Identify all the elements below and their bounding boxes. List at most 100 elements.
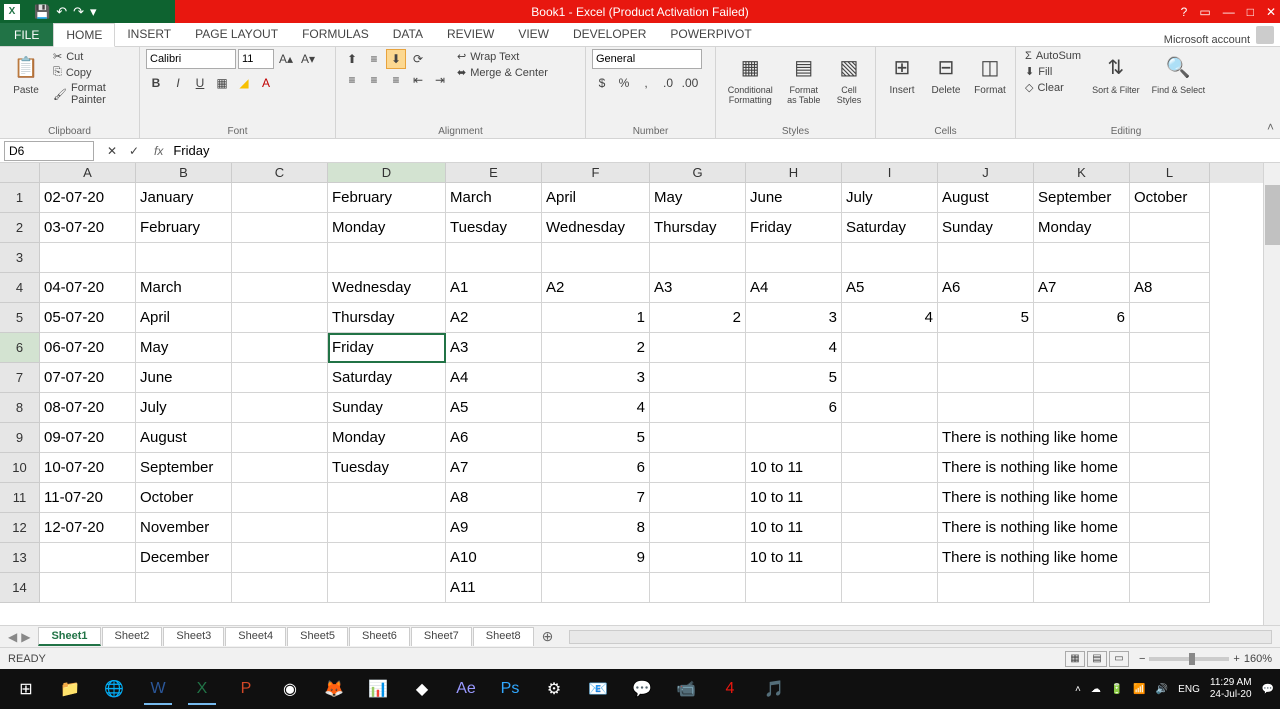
sheet-next-icon[interactable]: ▶: [21, 630, 30, 644]
tab-home[interactable]: HOME: [53, 23, 115, 47]
cell-C4[interactable]: [232, 273, 328, 303]
cell-I8[interactable]: [842, 393, 938, 423]
fill-color-button[interactable]: ◢: [234, 73, 254, 93]
cell-A8[interactable]: 08-07-20: [40, 393, 136, 423]
cell-G1[interactable]: May: [650, 183, 746, 213]
format-cells-button[interactable]: ◫Format: [970, 49, 1010, 98]
cell-H5[interactable]: 3: [746, 303, 842, 333]
currency-icon[interactable]: $: [592, 73, 612, 93]
zoom-slider[interactable]: [1149, 657, 1229, 661]
cell-B8[interactable]: July: [136, 393, 232, 423]
cell-K2[interactable]: Monday: [1034, 213, 1130, 243]
row-header-11[interactable]: 11: [0, 483, 40, 513]
cell-J1[interactable]: August: [938, 183, 1034, 213]
cancel-formula-icon[interactable]: ✕: [102, 141, 122, 161]
cell-D13[interactable]: [328, 543, 446, 573]
cell-C13[interactable]: [232, 543, 328, 573]
cell-D2[interactable]: Monday: [328, 213, 446, 243]
file-explorer-icon[interactable]: 📁: [50, 673, 90, 705]
cell-H1[interactable]: June: [746, 183, 842, 213]
cell-G8[interactable]: [650, 393, 746, 423]
tray-battery-icon[interactable]: 🔋: [1111, 684, 1123, 695]
cell-B4[interactable]: March: [136, 273, 232, 303]
cell-A3[interactable]: [40, 243, 136, 273]
tab-file[interactable]: FILE: [0, 23, 53, 46]
close-icon[interactable]: ✕: [1266, 5, 1276, 19]
row-header-12[interactable]: 12: [0, 513, 40, 543]
cell-K7[interactable]: [1034, 363, 1130, 393]
cell-I3[interactable]: [842, 243, 938, 273]
cell-I1[interactable]: July: [842, 183, 938, 213]
cell-L12[interactable]: [1130, 513, 1210, 543]
font-name-select[interactable]: [146, 49, 236, 69]
decrease-indent-icon[interactable]: ⇤: [408, 70, 428, 90]
sheet-tab-sheet7[interactable]: Sheet7: [411, 627, 472, 646]
cell-E4[interactable]: A1: [446, 273, 542, 303]
cell-F10[interactable]: 6: [542, 453, 650, 483]
cell-L3[interactable]: [1130, 243, 1210, 273]
cell-K11[interactable]: [1034, 483, 1130, 513]
chrome-icon[interactable]: 🌐: [94, 673, 134, 705]
cell-H2[interactable]: Friday: [746, 213, 842, 243]
cell-C12[interactable]: [232, 513, 328, 543]
cell-L1[interactable]: October: [1130, 183, 1210, 213]
row-header-2[interactable]: 2: [0, 213, 40, 243]
sheet-tab-sheet8[interactable]: Sheet8: [473, 627, 534, 646]
increase-font-icon[interactable]: A▴: [276, 49, 296, 69]
cell-E14[interactable]: A11: [446, 573, 542, 603]
cell-A4[interactable]: 04-07-20: [40, 273, 136, 303]
zoom-in-icon[interactable]: +: [1233, 653, 1239, 665]
cell-C2[interactable]: [232, 213, 328, 243]
cell-K8[interactable]: [1034, 393, 1130, 423]
col-header-A[interactable]: A: [40, 163, 136, 183]
cell-D11[interactable]: [328, 483, 446, 513]
save-icon[interactable]: 💾: [34, 4, 50, 20]
cell-D12[interactable]: [328, 513, 446, 543]
row-header-5[interactable]: 5: [0, 303, 40, 333]
row-header-14[interactable]: 14: [0, 573, 40, 603]
cell-A12[interactable]: 12-07-20: [40, 513, 136, 543]
insert-cells-button[interactable]: ⊞Insert: [882, 49, 922, 98]
tab-developer[interactable]: DEVELOPER: [561, 23, 658, 46]
merge-center-button[interactable]: ⬌Merge & Center: [454, 65, 551, 80]
row-header-6[interactable]: 6: [0, 333, 40, 363]
notifications-icon[interactable]: 💬: [1262, 684, 1274, 695]
undo-icon[interactable]: ↶: [56, 4, 67, 20]
cell-A9[interactable]: 09-07-20: [40, 423, 136, 453]
cell-D7[interactable]: Saturday: [328, 363, 446, 393]
app-icon-3[interactable]: ⚙: [534, 673, 574, 705]
cell-J11[interactable]: There is nothing like home: [938, 483, 1034, 513]
cell-G3[interactable]: [650, 243, 746, 273]
cell-J3[interactable]: [938, 243, 1034, 273]
decrease-decimal-icon[interactable]: .00: [680, 73, 700, 93]
cell-E2[interactable]: Tuesday: [446, 213, 542, 243]
row-header-10[interactable]: 10: [0, 453, 40, 483]
cell-B12[interactable]: November: [136, 513, 232, 543]
account-label[interactable]: Microsoft account: [1164, 30, 1250, 46]
cell-E8[interactable]: A5: [446, 393, 542, 423]
cell-A1[interactable]: 02-07-20: [40, 183, 136, 213]
cell-A11[interactable]: 11-07-20: [40, 483, 136, 513]
app-icon-4[interactable]: 💬: [622, 673, 662, 705]
cell-D3[interactable]: [328, 243, 446, 273]
cell-K12[interactable]: [1034, 513, 1130, 543]
cell-B2[interactable]: February: [136, 213, 232, 243]
cell-L5[interactable]: [1130, 303, 1210, 333]
horizontal-scrollbar[interactable]: [569, 630, 1272, 644]
app-icon-6[interactable]: 🎵: [754, 673, 794, 705]
cell-B10[interactable]: September: [136, 453, 232, 483]
cell-F4[interactable]: A2: [542, 273, 650, 303]
col-header-K[interactable]: K: [1034, 163, 1130, 183]
cell-H3[interactable]: [746, 243, 842, 273]
cell-H12[interactable]: 10 to 11: [746, 513, 842, 543]
align-top-icon[interactable]: ⬆: [342, 49, 362, 69]
cell-G10[interactable]: [650, 453, 746, 483]
cell-K1[interactable]: September: [1034, 183, 1130, 213]
col-header-E[interactable]: E: [446, 163, 542, 183]
cell-B5[interactable]: April: [136, 303, 232, 333]
page-layout-view-icon[interactable]: ▤: [1087, 651, 1107, 667]
col-header-I[interactable]: I: [842, 163, 938, 183]
collapse-ribbon-icon[interactable]: ˄: [1267, 120, 1274, 134]
tray-cloud-icon[interactable]: ☁: [1091, 684, 1101, 695]
cell-D10[interactable]: Tuesday: [328, 453, 446, 483]
